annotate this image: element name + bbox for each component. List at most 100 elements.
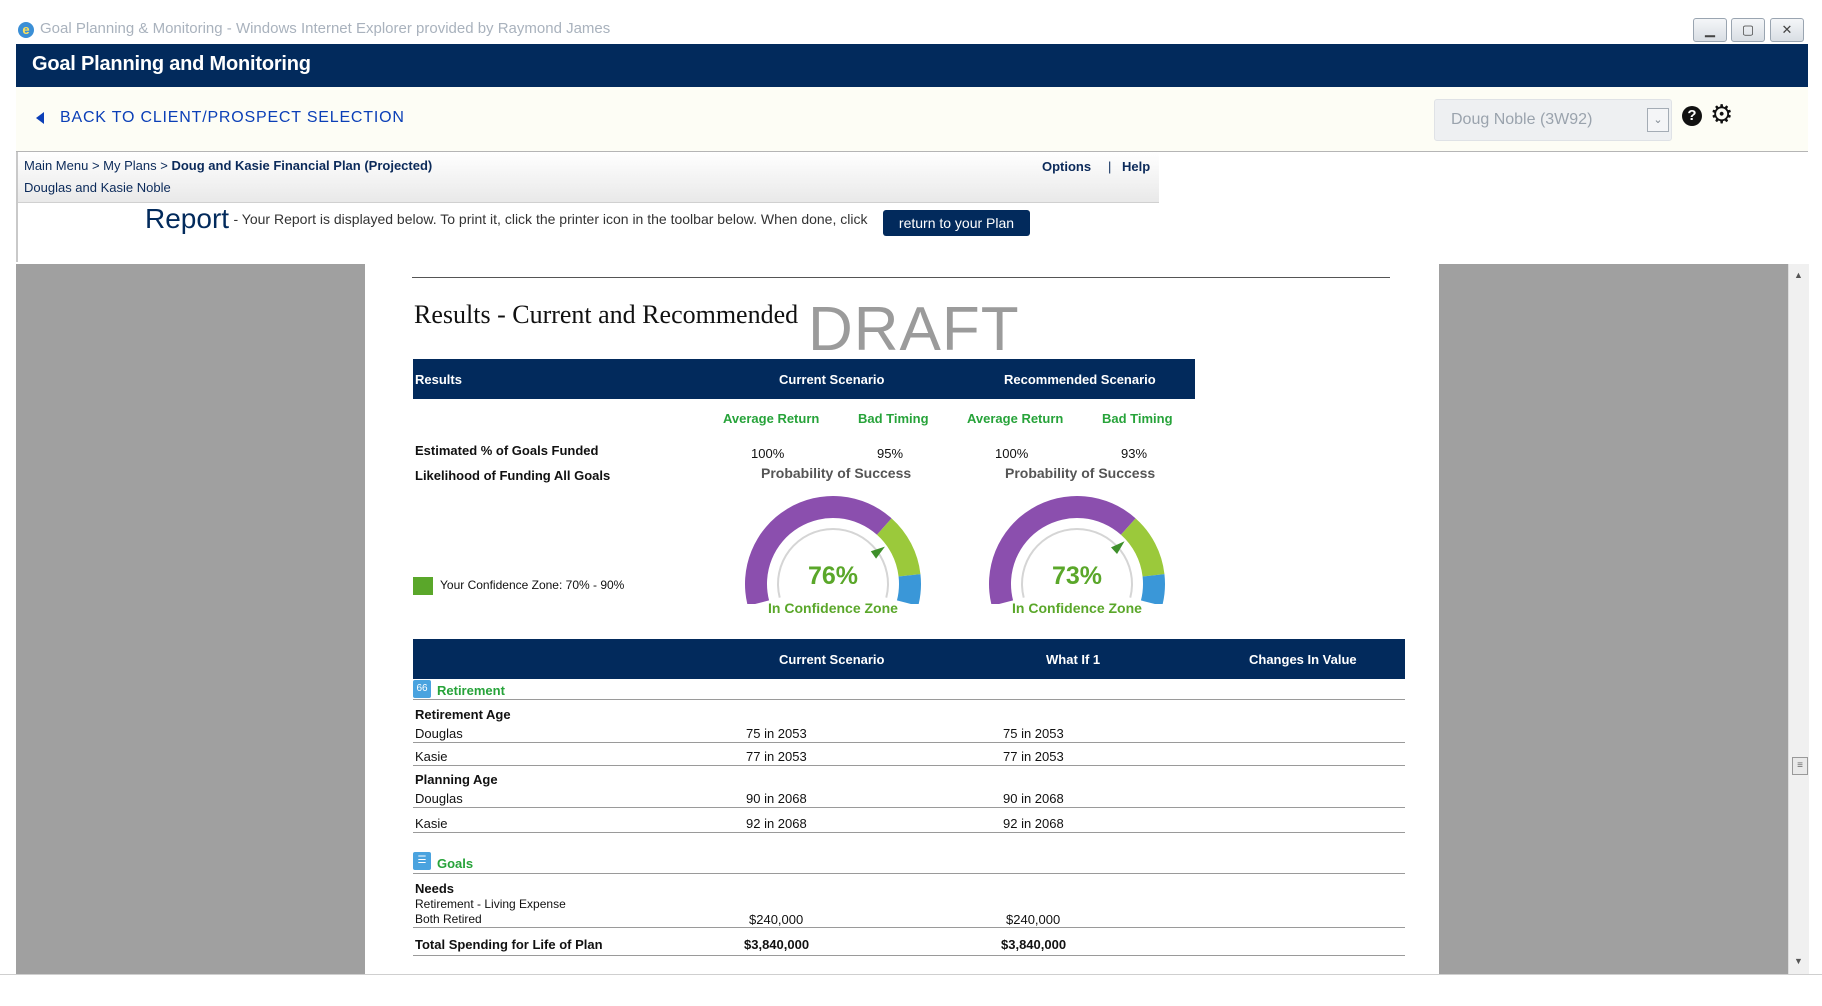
table-row: Kasie 77 in 2053 77 in 2053 [413, 747, 1405, 766]
confidence-zone-swatch [413, 577, 433, 595]
goals-section-label: Goals [437, 856, 474, 871]
table-row: Retirement - Living Expense Both Retired… [413, 897, 1405, 928]
comparison-header: Current Scenario What If 1 Changes In Va… [413, 639, 1405, 679]
retirement-section-row: 66 Retirement [413, 679, 1405, 700]
chevron-down-icon[interactable]: ⌄ [1647, 108, 1669, 132]
current-bad-timing-subhead: Bad Timing [858, 411, 929, 426]
back-arrow-icon [36, 111, 44, 124]
results-header: Results Current Scenario Recommended Sce… [413, 359, 1195, 399]
return-to-plan-button[interactable]: return to your Plan [883, 210, 1030, 236]
table-row: Kasie 92 in 2068 92 in 2068 [413, 812, 1405, 833]
confidence-zone-label: Your Confidence Zone: 70% - 90% [440, 578, 625, 592]
needs-row: Needs [413, 881, 1405, 897]
back-to-selection-link[interactable]: BACK TO CLIENT/PROSPECT SELECTION [36, 109, 405, 127]
scroll-down-icon[interactable]: ▼ [1794, 956, 1803, 966]
status-bar [0, 974, 1822, 1006]
gear-icon[interactable]: ⚙ [1710, 101, 1733, 127]
goal-detail: Both Retired [415, 912, 482, 926]
current-pos-label: Probability of Success [761, 465, 912, 481]
report-page: Results - Current and Recommended DRAFT … [365, 264, 1439, 974]
close-button[interactable]: ✕ [1770, 18, 1804, 42]
report-heading: Report [145, 203, 230, 234]
needs-label: Needs [415, 881, 455, 896]
row-name: Kasie [415, 816, 448, 831]
back-link-label: BACK TO CLIENT/PROSPECT SELECTION [60, 109, 405, 126]
recommended-gauge-zone: In Confidence Zone [1012, 600, 1142, 616]
link-separator: | [1108, 159, 1112, 174]
breadcrumb-current: Doug and Kasie Financial Plan (Projected… [171, 158, 433, 173]
recommended-pos-label: Probability of Success [1005, 465, 1156, 481]
minimize-button[interactable]: ▁ [1693, 18, 1727, 42]
scroll-up-icon[interactable]: ▲ [1794, 270, 1803, 280]
window-title: Goal Planning & Monitoring - Windows Int… [40, 20, 611, 37]
current-avg-value: 100% [751, 446, 785, 461]
recommended-scenario-header: Recommended Scenario [1004, 372, 1156, 387]
planning-age-label: Planning Age [415, 772, 498, 787]
retirement-icon: 66 [413, 680, 431, 698]
row-whatif: 75 in 2053 [1003, 726, 1064, 741]
current-avg-return-subhead: Average Return [723, 411, 820, 426]
row-whatif: 92 in 2068 [1003, 816, 1064, 831]
table-row: Douglas 75 in 2053 75 in 2053 [413, 724, 1405, 743]
compare-changes-header: Changes In Value [1249, 652, 1357, 667]
client-names: Douglas and Kasie Noble [24, 180, 171, 195]
total-label: Total Spending for Life of Plan [415, 937, 603, 952]
goals-funded-label: Estimated % of Goals Funded [415, 443, 599, 458]
goal-current: $240,000 [749, 912, 804, 927]
breadcrumb-main-menu[interactable]: Main Menu [24, 158, 88, 173]
goals-list-icon: ☰ [413, 852, 431, 870]
goal-name: Retirement - Living Expense [415, 897, 566, 911]
page-top-rule [412, 277, 1390, 278]
row-current: 90 in 2068 [746, 791, 807, 806]
compare-whatif-header: What If 1 [1046, 652, 1101, 667]
row-name: Kasie [415, 749, 448, 764]
total-whatif: $3,840,000 [1001, 937, 1067, 952]
row-current: 92 in 2068 [746, 816, 807, 831]
gauge-pointer [870, 546, 885, 559]
row-name: Douglas [415, 791, 463, 806]
total-row: Total Spending for Life of Plan $3,840,0… [413, 933, 1405, 956]
client-select[interactable]: Doug Noble (3W92) ⌄ [1434, 99, 1672, 141]
window-title-bar: e Goal Planning & Monitoring - Windows I… [0, 0, 1822, 44]
row-whatif: 77 in 2053 [1003, 749, 1064, 764]
report-title: Results - Current and Recommended [414, 300, 799, 329]
help-icon[interactable]: ? [1682, 106, 1702, 126]
row-current: 75 in 2053 [746, 726, 807, 741]
breadcrumb-separator: > [160, 158, 168, 173]
retirement-section-label: Retirement [437, 683, 505, 698]
breadcrumb: Main Menu > My Plans > Doug and Kasie Fi… [24, 158, 432, 173]
compare-current-header: Current Scenario [779, 652, 885, 667]
ie-logo-icon: e [18, 22, 34, 38]
current-gauge-zone: In Confidence Zone [768, 600, 898, 616]
draft-watermark: DRAFT [808, 295, 1020, 364]
goals-section-row: ☰ Goals [413, 851, 1405, 874]
row-current: 77 in 2053 [746, 749, 807, 764]
current-bad-value: 95% [877, 446, 904, 461]
recommended-avg-value: 100% [995, 446, 1029, 461]
vertical-scrollbar[interactable]: ▲ ≡ ▼ [1788, 264, 1809, 974]
options-link[interactable]: Options [1042, 159, 1091, 174]
results-col-label: Results [415, 372, 462, 387]
retirement-age-label: Retirement Age [415, 707, 511, 722]
report-instructions: - Your Report is displayed below. To pri… [233, 211, 868, 227]
table-row: Douglas 90 in 2068 90 in 2068 [413, 789, 1405, 808]
current-gauge-percent: 76% [807, 562, 859, 590]
maximize-button[interactable]: ▢ [1731, 18, 1765, 42]
recommended-bad-timing-subhead: Bad Timing [1102, 411, 1173, 426]
goal-whatif: $240,000 [1006, 912, 1061, 927]
breadcrumb-my-plans[interactable]: My Plans [103, 158, 156, 173]
scroll-thumb[interactable]: ≡ [1792, 757, 1808, 775]
nav-row: BACK TO CLIENT/PROSPECT SELECTION Doug N… [16, 87, 1808, 152]
recommended-avg-return-subhead: Average Return [967, 411, 1064, 426]
breadcrumb-panel: Main Menu > My Plans > Doug and Kasie Fi… [18, 152, 1159, 203]
likelihood-label: Likelihood of Funding All Goals [415, 468, 611, 483]
retirement-age-row: Retirement Age [413, 707, 1405, 723]
breadcrumb-separator: > [91, 158, 100, 173]
current-scenario-header: Current Scenario [779, 372, 885, 387]
total-current: $3,840,000 [744, 937, 810, 952]
row-name: Douglas [415, 726, 463, 741]
report-header: Report - Your Report is displayed below.… [145, 203, 867, 235]
help-link[interactable]: Help [1122, 159, 1150, 174]
recommended-gauge-percent: 73% [1051, 562, 1103, 590]
client-select-value: Doug Noble (3W92) [1451, 111, 1593, 128]
